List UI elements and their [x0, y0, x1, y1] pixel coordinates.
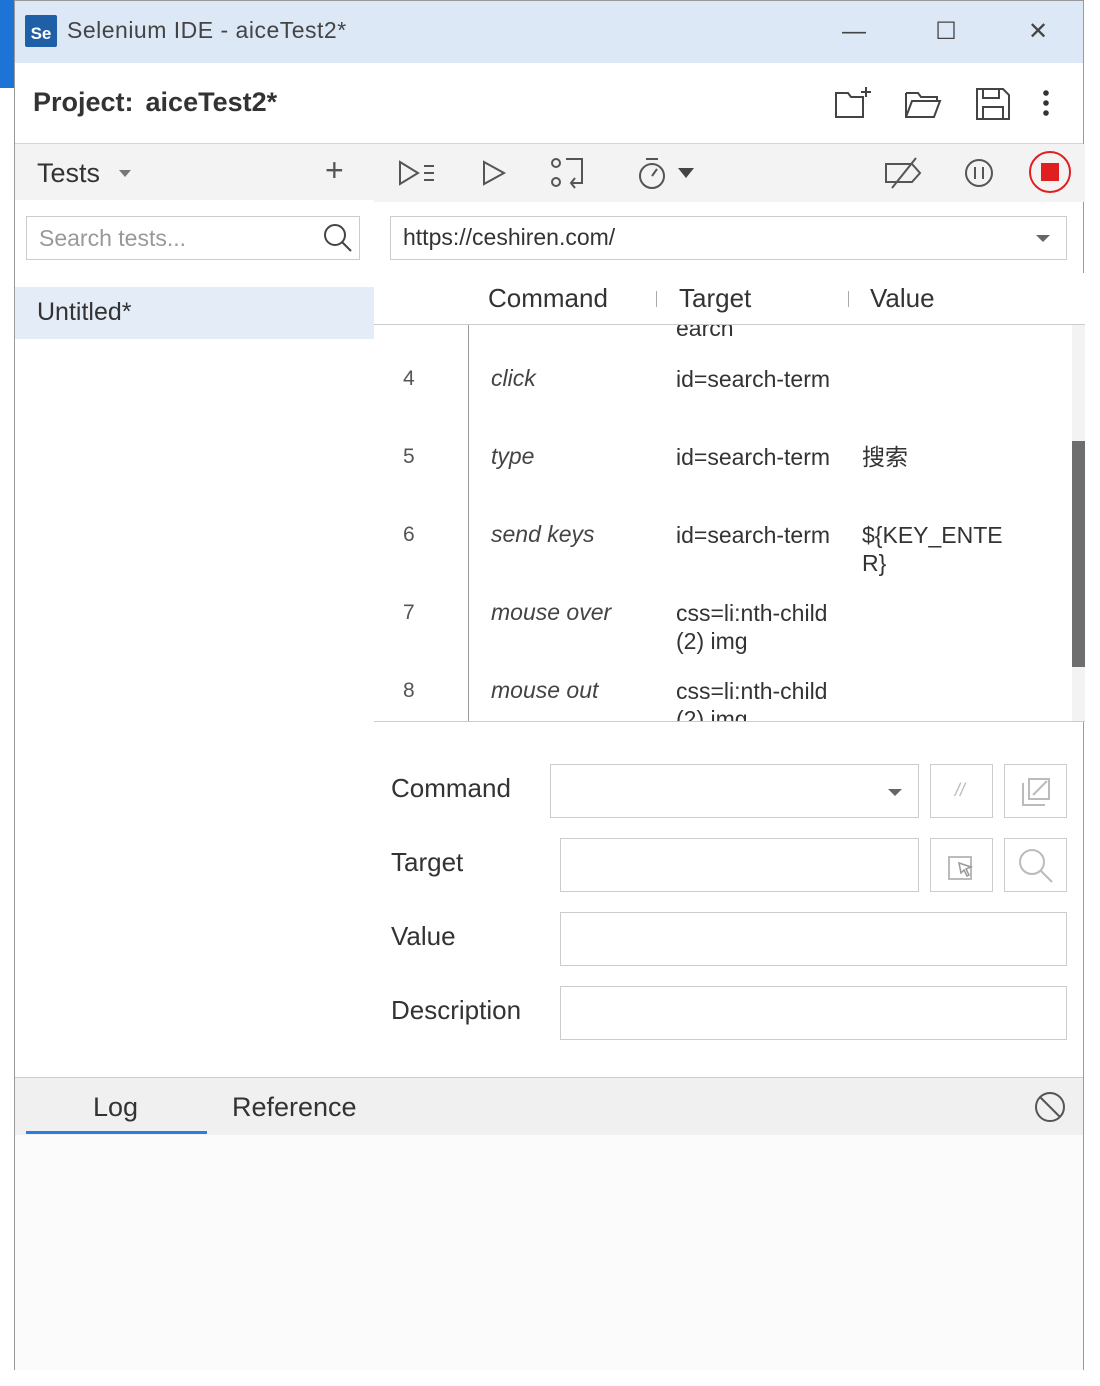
project-title: Project: aiceTest2*: [33, 87, 277, 118]
row-number: 7: [403, 601, 415, 624]
row-number: 5: [403, 445, 415, 468]
new-project-icon[interactable]: [833, 85, 873, 121]
target-input[interactable]: [560, 838, 919, 892]
row-command: mouse out: [491, 677, 599, 703]
maximize-button[interactable]: ☐: [923, 13, 969, 51]
command-table-header: Command Target Value: [374, 273, 1085, 325]
stop-recording-icon[interactable]: [1026, 148, 1074, 196]
command-label: Command: [391, 773, 511, 803]
log-output-area: [15, 1135, 1083, 1370]
more-options-icon[interactable]: [1031, 85, 1061, 121]
minimize-button[interactable]: —: [831, 13, 877, 51]
command-table-body: earch 4 click id=search-term 5 type id=s…: [374, 325, 1085, 722]
test-speed-icon[interactable]: [636, 154, 696, 192]
selenium-logo-icon: Se: [25, 15, 57, 47]
window-title: Selenium IDE - aiceTest2*: [67, 17, 347, 43]
tests-dropdown[interactable]: Tests: [37, 158, 100, 189]
row-number: 4: [403, 367, 415, 390]
row-value: 搜索: [862, 444, 908, 470]
run-all-tests-icon[interactable]: [396, 154, 440, 192]
table-scrollbar[interactable]: [1072, 325, 1085, 721]
chevron-down-icon[interactable]: [1036, 235, 1050, 242]
description-label: Description: [391, 995, 522, 1025]
log-tabs-bar: Log Reference: [15, 1077, 1083, 1135]
row-number: 8: [403, 679, 415, 702]
column-command: Command: [488, 283, 608, 313]
project-name[interactable]: aiceTest2*: [146, 87, 278, 117]
column-divider[interactable]: [656, 291, 657, 307]
tests-panel: Tests + Search tests... Untitled*: [15, 144, 374, 1077]
row-number: 6: [403, 523, 415, 546]
column-value: Value: [870, 283, 935, 313]
active-tab-indicator: [26, 1131, 207, 1134]
search-icon: [324, 224, 352, 252]
tab-reference[interactable]: Reference: [232, 1092, 357, 1123]
table-row[interactable]: 5 type id=search-term 搜索: [374, 429, 1074, 507]
column-target: Target: [679, 283, 752, 313]
desktop-accent: [0, 0, 14, 88]
comment-icon: //: [955, 780, 966, 800]
command-select[interactable]: [550, 764, 919, 818]
row-target: id=search-term: [676, 444, 831, 470]
pause-on-exception-icon[interactable]: [962, 154, 996, 192]
row-command: send keys: [491, 521, 595, 547]
search-tests-input[interactable]: Search tests...: [26, 216, 360, 260]
comment-toggle-button[interactable]: //: [930, 764, 993, 818]
selenium-ide-window: Se Selenium IDE - aiceTest2* — ☐ ✕ Proje…: [14, 0, 1085, 1370]
row-value: ${KEY_ENTER}: [862, 522, 1003, 576]
find-target-button[interactable]: [1004, 838, 1067, 892]
title-bar: Se Selenium IDE - aiceTest2* — ☐ ✕: [15, 1, 1083, 63]
step-over-icon[interactable]: [548, 154, 588, 192]
row-target: css=li:nth-child(2) img: [676, 678, 828, 722]
tab-log[interactable]: Log: [93, 1092, 138, 1123]
chevron-down-icon[interactable]: [119, 170, 131, 177]
add-test-button[interactable]: +: [325, 152, 344, 189]
row-target: id=search-term: [676, 522, 831, 548]
scrollbar-thumb[interactable]: [1072, 441, 1085, 667]
project-label: Project:: [33, 87, 134, 117]
select-target-icon: [948, 856, 974, 880]
run-current-test-icon[interactable]: [476, 154, 510, 192]
table-cell-target-partial: earch: [676, 325, 734, 341]
table-row[interactable]: 4 click id=search-term: [374, 351, 1074, 429]
column-divider[interactable]: [848, 291, 849, 307]
search-placeholder: Search tests...: [39, 225, 187, 251]
search-icon: [1019, 849, 1053, 883]
row-target: css=li:nth-child(2) img: [676, 600, 828, 654]
base-url-input[interactable]: https://ceshiren.com/: [390, 216, 1067, 260]
row-target: id=search-term: [676, 366, 831, 392]
project-bar: Project: aiceTest2*: [15, 63, 1083, 144]
description-input[interactable]: [560, 986, 1067, 1040]
value-label: Value: [391, 921, 456, 951]
close-button[interactable]: ✕: [1015, 13, 1061, 51]
open-reference-button[interactable]: [1004, 764, 1067, 818]
open-project-icon[interactable]: [903, 85, 943, 121]
row-command: mouse over: [491, 599, 612, 625]
test-item-untitled[interactable]: Untitled*: [15, 287, 374, 339]
save-project-icon[interactable]: [973, 85, 1013, 121]
table-row[interactable]: 8 mouse out css=li:nth-child(2) img: [374, 663, 1074, 722]
external-link-icon: [1022, 778, 1050, 806]
tests-header: Tests +: [15, 144, 374, 200]
select-target-button[interactable]: [930, 838, 993, 892]
playback-toolbar: [374, 144, 1085, 202]
clear-log-icon[interactable]: [1033, 1090, 1067, 1124]
chevron-down-icon[interactable]: [888, 789, 902, 796]
row-command: type: [491, 443, 535, 469]
table-row[interactable]: 7 mouse over css=li:nth-child(2) img: [374, 585, 1074, 663]
base-url-value: https://ceshiren.com/: [403, 224, 616, 250]
disable-breakpoints-icon[interactable]: [882, 154, 924, 192]
table-row[interactable]: 6 send keys id=search-term ${KEY_ENTER}: [374, 507, 1074, 585]
row-command: click: [491, 365, 536, 391]
target-label: Target: [391, 847, 464, 877]
value-input[interactable]: [560, 912, 1067, 966]
test-item-label: Untitled*: [37, 298, 132, 326]
